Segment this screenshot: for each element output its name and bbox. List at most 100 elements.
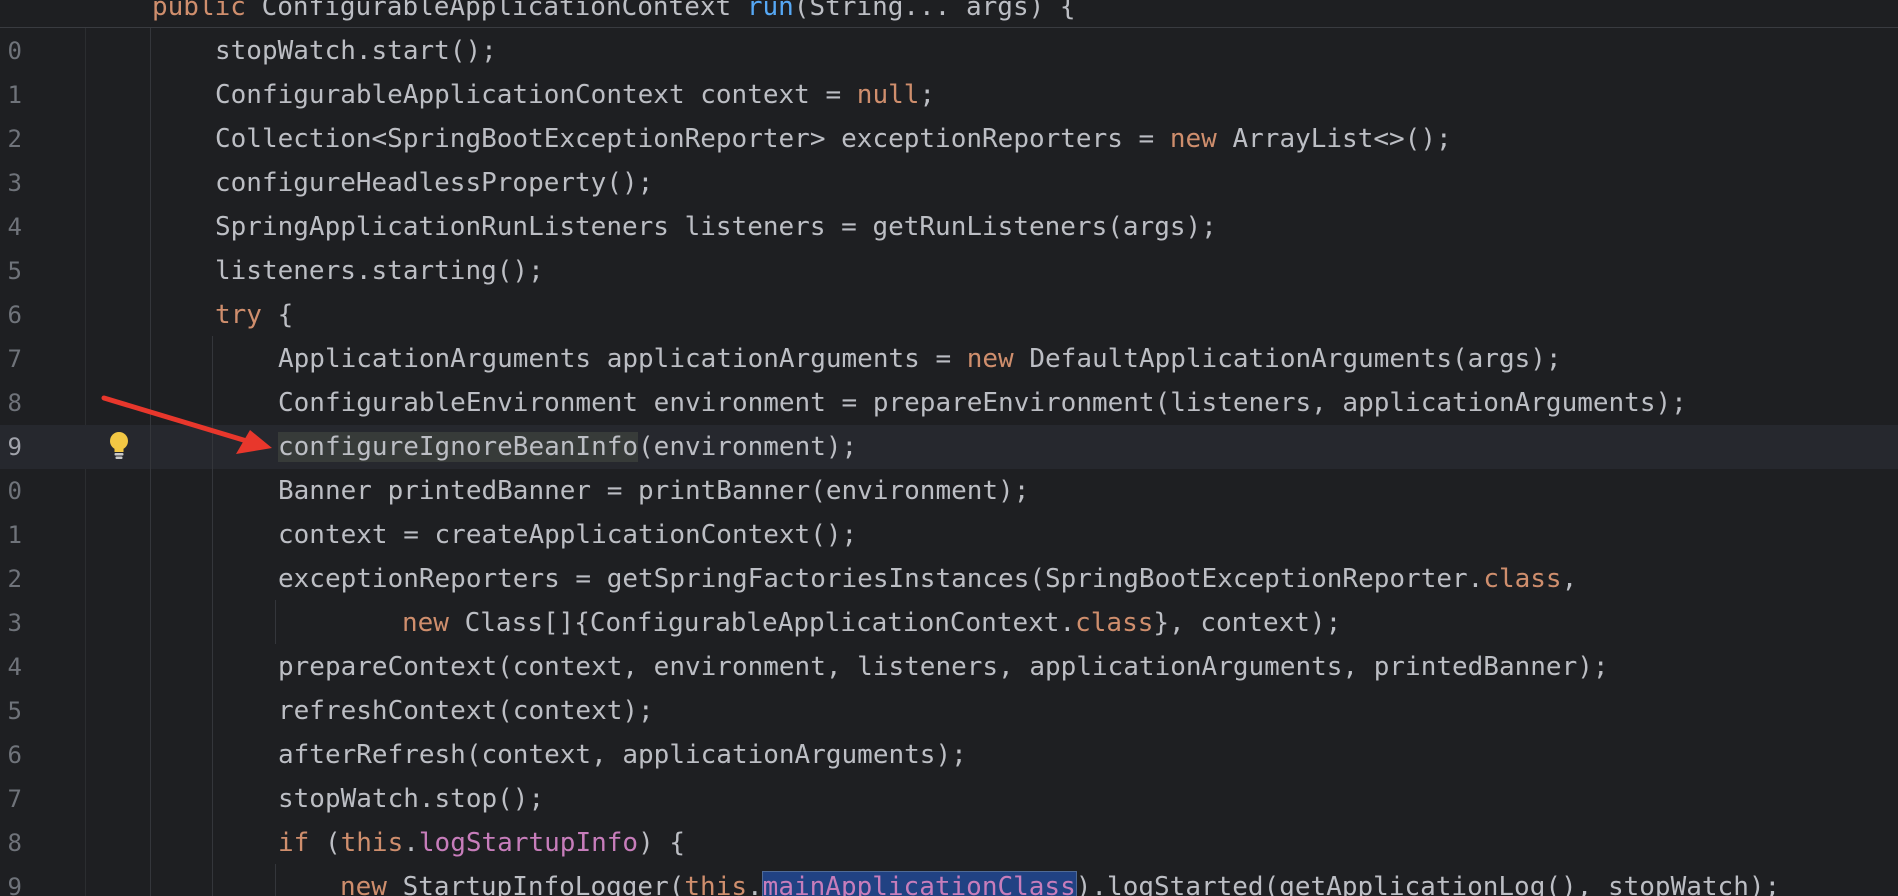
- line-number[interactable]: 6: [0, 293, 22, 337]
- code-line[interactable]: 7 ApplicationArguments applicationArgumen…: [0, 337, 1898, 381]
- line-number[interactable]: 3: [0, 161, 22, 205]
- code-text[interactable]: listeners.starting();: [215, 249, 544, 293]
- code-token: prepareContext(context, environment, lis…: [278, 652, 1609, 682]
- code-token: this: [684, 872, 748, 896]
- code-token: ArrayList<>();: [1216, 124, 1452, 154]
- code-token: }, context);: [1153, 608, 1342, 638]
- code-line[interactable]: 6 try {: [0, 293, 1898, 337]
- indent-guide-method: [150, 28, 151, 896]
- line-number[interactable]: 2: [0, 557, 22, 601]
- code-text[interactable]: SpringApplicationRunListeners listeners …: [215, 205, 1217, 249]
- code-line[interactable]: 1 context = createApplicationContext();: [0, 513, 1898, 557]
- code-token: Class[]{ConfigurableApplicationContext.: [448, 608, 1076, 638]
- code-text[interactable]: refreshContext(context);: [278, 689, 654, 733]
- code-token: SpringApplicationRunListeners listeners …: [215, 212, 1217, 242]
- code-token: ApplicationArguments applicationArgument…: [278, 344, 967, 374]
- code-token: new: [340, 872, 387, 896]
- code-token: (: [309, 828, 341, 858]
- code-text[interactable]: ConfigurableEnvironment environment = pr…: [278, 381, 1687, 425]
- code-token: ConfigurableEnvironment environment = pr…: [278, 388, 1687, 418]
- code-token: {: [261, 300, 294, 330]
- line-number[interactable]: 0: [0, 469, 22, 513]
- code-text[interactable]: ApplicationArguments applicationArgument…: [278, 337, 1562, 381]
- code-token: StartupInfoLogger(: [386, 872, 685, 896]
- sticky-method-signature: public ConfigurableApplicationContext ru…: [152, 0, 1076, 22]
- code-text[interactable]: try {: [215, 293, 293, 337]
- code-text[interactable]: exceptionReporters = getSpringFactoriesI…: [278, 557, 1577, 601]
- code-line[interactable]: 7 stopWatch.stop();: [0, 777, 1898, 821]
- code-text[interactable]: Collection<SpringBootExceptionReporter> …: [215, 117, 1452, 161]
- code-line[interactable]: 0 stopWatch.start();: [0, 29, 1898, 73]
- code-text[interactable]: if (this.logStartupInfo) {: [278, 821, 685, 865]
- code-text[interactable]: afterRefresh(context, applicationArgumen…: [278, 733, 967, 777]
- code-token: Banner printedBanner = printBanner(envir…: [278, 476, 1030, 506]
- code-token: this: [340, 828, 404, 858]
- red-arrow-icon: [101, 395, 272, 454]
- code-text[interactable]: ConfigurableApplicationContext context =…: [215, 73, 935, 117]
- code-line[interactable]: 6 afterRefresh(context, applicationArgume…: [0, 733, 1898, 777]
- code-token: try: [215, 300, 262, 330]
- sticky-method-header[interactable]: public ConfigurableApplicationContext ru…: [0, 0, 1898, 28]
- code-token: ;: [919, 80, 936, 110]
- code-line[interactable]: 4 prepareContext(context, environment, li…: [0, 645, 1898, 689]
- code-token: configureIgnoreBeanInfo: [278, 432, 639, 462]
- code-token: .: [747, 872, 763, 896]
- method-name: run: [746, 0, 794, 22]
- code-token: context = createApplicationContext();: [278, 520, 858, 550]
- line-number[interactable]: 5: [0, 689, 22, 733]
- line-number[interactable]: 7: [0, 777, 22, 821]
- code-line[interactable]: 5 refreshContext(context);: [0, 689, 1898, 733]
- code-line[interactable]: 1 ConfigurableApplicationContext context …: [0, 73, 1898, 117]
- method-params: (String... args) {: [793, 0, 1076, 22]
- code-line[interactable]: 3 configureHeadlessProperty();: [0, 161, 1898, 205]
- code-token: ) {: [638, 828, 686, 858]
- code-text[interactable]: Banner printedBanner = printBanner(envir…: [278, 469, 1029, 513]
- line-number[interactable]: 6: [0, 733, 22, 777]
- line-number[interactable]: 3: [0, 601, 22, 645]
- code-text[interactable]: new StartupInfoLogger(this.mainApplicati…: [340, 865, 1780, 896]
- code-text[interactable]: stopWatch.start();: [215, 29, 497, 73]
- line-number[interactable]: 7: [0, 337, 22, 381]
- code-token: configureHeadlessProperty();: [215, 168, 654, 198]
- code-token: new: [1169, 124, 1217, 154]
- code-token: afterRefresh(context, applicationArgumen…: [278, 740, 967, 770]
- code-token: exceptionReporters = getSpringFactoriesI…: [278, 564, 1484, 594]
- code-line[interactable]: 8 ConfigurableEnvironment environment = p…: [0, 381, 1898, 425]
- code-text[interactable]: prepareContext(context, environment, lis…: [278, 645, 1609, 689]
- line-number[interactable]: 1: [0, 73, 22, 117]
- code-line[interactable]: 9 new StartupInfoLogger(this.mainApplicat…: [0, 865, 1898, 896]
- code-line[interactable]: 2 Collection<SpringBootExceptionReporter>…: [0, 117, 1898, 161]
- code-token: (environment);: [638, 432, 858, 462]
- line-number[interactable]: 8: [0, 821, 22, 865]
- code-line[interactable]: 9 configureIgnoreBeanInfo(environment);: [0, 425, 1898, 469]
- code-text[interactable]: configureHeadlessProperty();: [215, 161, 653, 205]
- code-line[interactable]: 0 Banner printedBanner = printBanner(envi…: [0, 469, 1898, 513]
- line-number[interactable]: 5: [0, 249, 22, 293]
- line-number[interactable]: 9: [0, 865, 22, 896]
- line-number[interactable]: 0: [0, 29, 22, 73]
- code-line[interactable]: 3 new Class[]{ConfigurableApplicationCont…: [0, 601, 1898, 645]
- code-token: logStartupInfo: [418, 828, 639, 858]
- code-text[interactable]: stopWatch.stop();: [278, 777, 544, 821]
- code-token: listeners.starting();: [215, 256, 544, 286]
- indent-guide-if: [275, 864, 276, 896]
- code-line[interactable]: 2 exceptionReporters = getSpringFactories…: [0, 557, 1898, 601]
- code-text[interactable]: new Class[]{ConfigurableApplicationConte…: [402, 601, 1341, 645]
- line-number[interactable]: 2: [0, 117, 22, 161]
- code-editor[interactable]: public ConfigurableApplicationContext ru…: [0, 0, 1898, 896]
- code-line[interactable]: 8 if (this.logStartupInfo) {: [0, 821, 1898, 865]
- code-token: ,: [1561, 564, 1578, 594]
- keyword-public: public: [152, 0, 246, 22]
- code-line[interactable]: 4 SpringApplicationRunListeners listeners…: [0, 205, 1898, 249]
- code-token: if: [278, 828, 310, 858]
- line-number[interactable]: 9: [0, 425, 22, 469]
- line-number[interactable]: 8: [0, 381, 22, 425]
- code-line[interactable]: 5 listeners.starting();: [0, 249, 1898, 293]
- code-text[interactable]: configureIgnoreBeanInfo(environment);: [278, 425, 857, 469]
- code-token: ConfigurableApplicationContext context =: [215, 80, 857, 110]
- line-number[interactable]: 1: [0, 513, 22, 557]
- line-number[interactable]: 4: [0, 205, 22, 249]
- line-number[interactable]: 4: [0, 645, 22, 689]
- code-text[interactable]: context = createApplicationContext();: [278, 513, 857, 557]
- return-type: ConfigurableApplicationContext: [245, 0, 747, 22]
